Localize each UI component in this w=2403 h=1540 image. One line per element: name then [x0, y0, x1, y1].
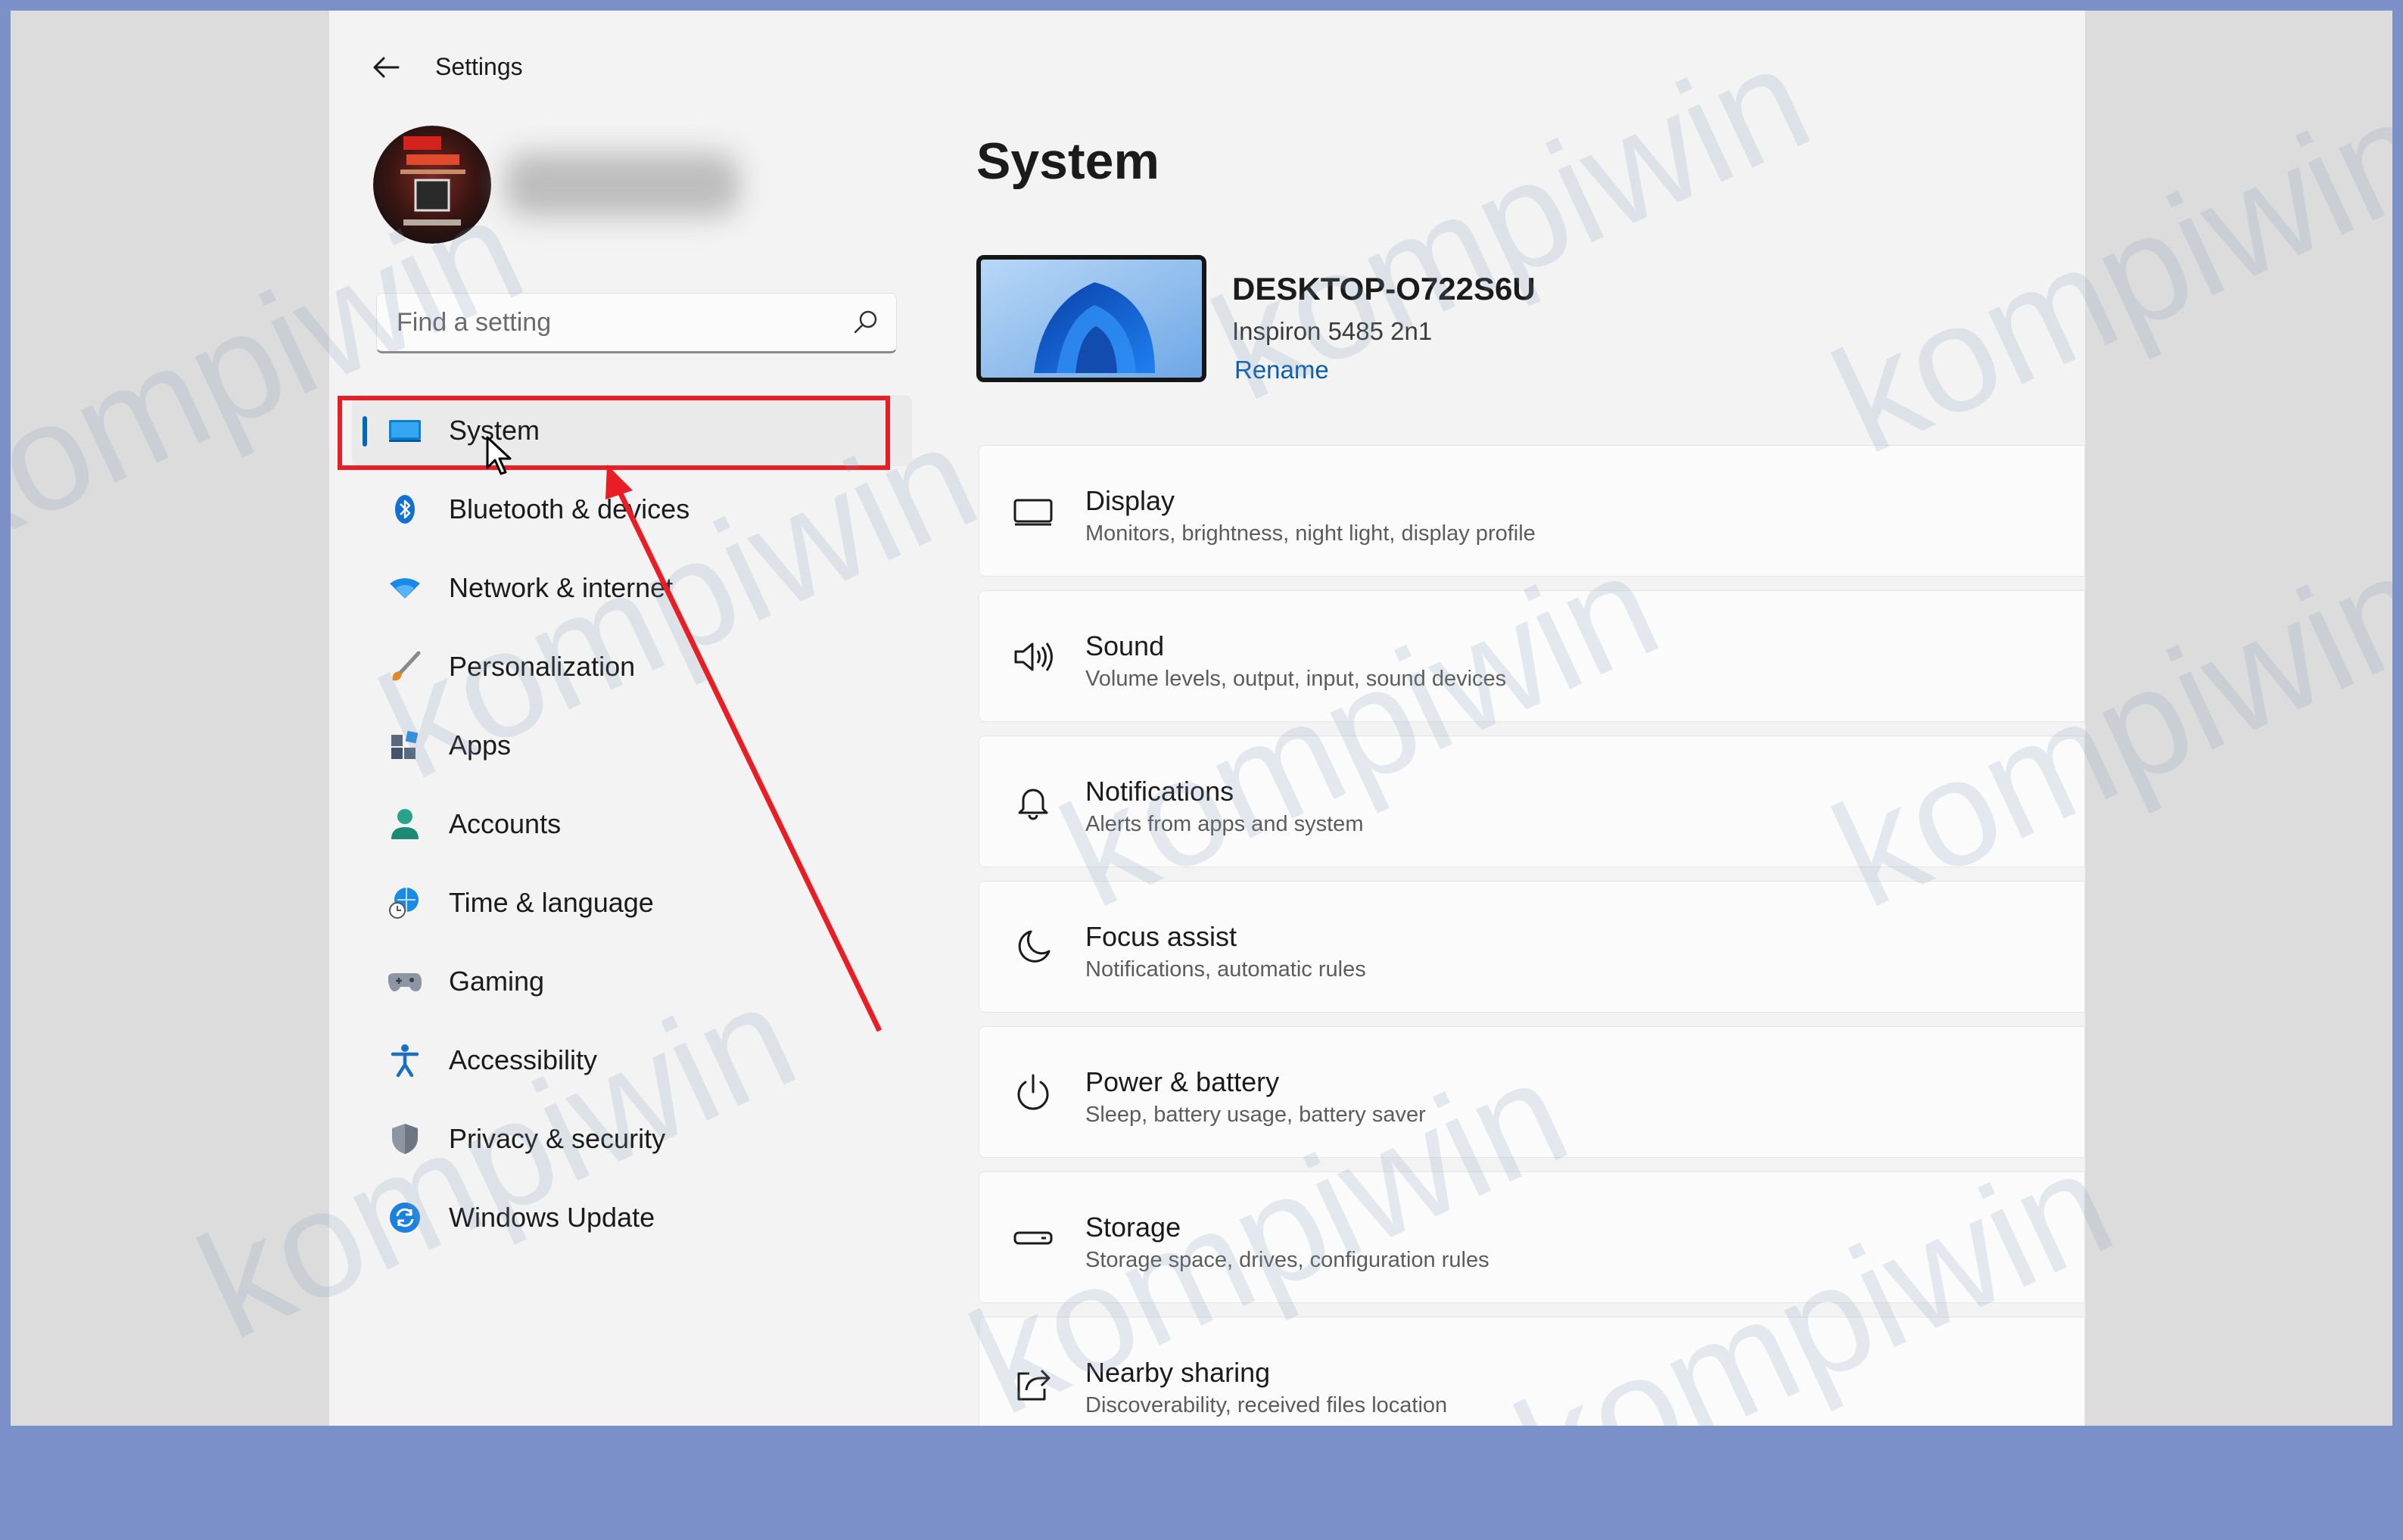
accessibility-icon — [387, 1042, 423, 1078]
sidebar-item-label: Accounts — [449, 808, 562, 839]
avatar-image — [373, 126, 491, 244]
card-subtitle: Storage space, drives, configuration rul… — [1085, 1248, 1489, 1272]
card-storage[interactable]: Storage Storage space, drives, configura… — [979, 1171, 2085, 1303]
card-subtitle: Volume levels, output, input, sound devi… — [1085, 667, 1507, 691]
sidebar-item-apps[interactable]: Apps — [352, 710, 912, 781]
sidebar-item-time-language[interactable]: Time & language — [352, 867, 912, 938]
card-subtitle: Alerts from apps and system — [1085, 812, 1364, 836]
settings-list: Display Monitors, brightness, night ligh… — [979, 445, 2085, 1426]
device-name: DESKTOP-O722S6U — [1232, 271, 1536, 306]
search-input[interactable] — [377, 294, 852, 351]
card-title: Notifications — [1085, 776, 1234, 807]
card-subtitle: Monitors, brightness, night light, displ… — [1085, 521, 1536, 546]
bluetooth-icon — [387, 491, 423, 527]
sidebar-item-label: Bluetooth & devices — [449, 493, 690, 524]
card-title: Nearby sharing — [1085, 1357, 1271, 1388]
sidebar-nav: System Bluetooth & devices Network & int… — [352, 395, 912, 1261]
bell-icon — [1018, 789, 1048, 820]
sidebar-item-privacy-security[interactable]: Privacy & security — [352, 1103, 912, 1174]
sidebar-item-label: Personalization — [449, 651, 636, 682]
search-icon[interactable] — [852, 309, 879, 336]
card-power-battery[interactable]: Power & battery Sleep, battery usage, ba… — [979, 1026, 2085, 1158]
card-title: Storage — [1085, 1212, 1181, 1243]
sidebar-item-label: Gaming — [449, 966, 545, 997]
card-notifications[interactable]: Notifications Alerts from apps and syste… — [979, 736, 2085, 867]
card-title: Power & battery — [1085, 1066, 1280, 1097]
card-sound[interactable]: Sound Volume levels, output, input, soun… — [979, 590, 2085, 722]
share-icon — [1017, 1369, 1051, 1401]
shield-icon — [387, 1121, 423, 1157]
moon-icon — [1018, 930, 1051, 963]
search-box[interactable] — [376, 293, 897, 353]
wallpaper-bloom-image — [981, 260, 1202, 378]
card-display[interactable]: Display Monitors, brightness, night ligh… — [979, 445, 2085, 577]
back-arrow-icon — [373, 57, 400, 78]
card-focus-assist[interactable]: Focus assist Notifications, automatic ru… — [979, 881, 2085, 1013]
person-icon — [387, 806, 423, 842]
card-title: Display — [1085, 485, 1175, 516]
card-title: Sound — [1085, 630, 1165, 661]
sidebar-item-accounts[interactable]: Accounts — [352, 789, 912, 860]
sidebar-item-label: Time & language — [449, 887, 654, 918]
card-subtitle: Sleep, battery usage, battery saver — [1085, 1103, 1426, 1127]
user-name-blurred — [505, 153, 739, 216]
sidebar-item-label: System — [449, 415, 540, 446]
screenshot-frame: Settings Find a setting System Bluetooth… — [11, 11, 2392, 1426]
rename-link[interactable]: Rename — [1234, 356, 1329, 384]
sidebar-item-windows-update[interactable]: Windows Update — [352, 1182, 912, 1253]
sidebar-item-label: Network & internet — [449, 572, 674, 603]
avatar[interactable] — [373, 126, 491, 244]
card-subtitle: Discoverability, received files location — [1085, 1393, 1448, 1417]
sidebar-item-gaming[interactable]: Gaming — [352, 946, 912, 1017]
sidebar-item-system[interactable]: System — [352, 395, 912, 466]
device-thumbnail — [976, 255, 1206, 382]
page-title: System — [976, 132, 1159, 190]
sidebar-item-network[interactable]: Network & internet — [352, 552, 912, 624]
selection-indicator — [363, 416, 367, 446]
system-icon — [387, 412, 423, 449]
back-button[interactable] — [360, 41, 412, 94]
sidebar-item-bluetooth[interactable]: Bluetooth & devices — [352, 474, 912, 545]
settings-window: Settings Find a setting System Bluetooth… — [329, 11, 2085, 1426]
power-icon — [1017, 1074, 1049, 1110]
sidebar-item-label: Privacy & security — [449, 1123, 666, 1154]
sidebar-item-label: Accessibility — [449, 1044, 598, 1075]
sidebar-item-personalization[interactable]: Personalization — [352, 631, 912, 702]
card-subtitle: Notifications, automatic rules — [1085, 957, 1366, 982]
update-icon — [387, 1199, 423, 1236]
wifi-icon — [387, 570, 423, 606]
globe-clock-icon — [387, 885, 423, 921]
device-model: Inspiron 5485 2n1 — [1232, 317, 1433, 345]
brush-icon — [387, 649, 423, 685]
gamepad-icon — [387, 963, 423, 1000]
storage-icon — [1013, 1231, 1053, 1245]
apps-icon — [387, 727, 423, 764]
monitor-icon — [1013, 499, 1053, 526]
title-bar: Settings — [329, 11, 2085, 101]
speaker-icon — [1014, 642, 1053, 671]
sidebar-item-accessibility[interactable]: Accessibility — [352, 1025, 912, 1096]
sidebar-item-label: Windows Update — [449, 1202, 655, 1233]
app-title: Settings — [435, 53, 523, 80]
sidebar-item-label: Apps — [449, 730, 512, 761]
card-nearby-sharing[interactable]: Nearby sharing Discoverability, received… — [979, 1317, 2085, 1426]
card-title: Focus assist — [1085, 921, 1237, 952]
